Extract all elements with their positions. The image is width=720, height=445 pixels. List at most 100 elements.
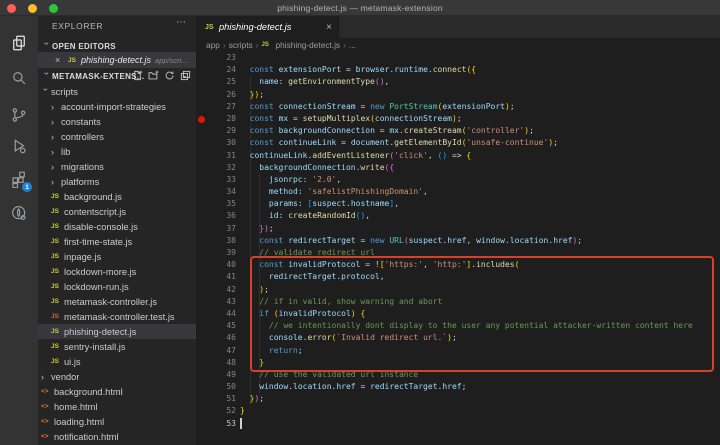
text-cursor — [240, 418, 242, 429]
tree-item-metamask-controller.js[interactable]: JSmetamask-controller.js — [38, 294, 196, 309]
line-number[interactable]: 41 — [196, 271, 240, 283]
file-label: metamask-controller.js — [64, 297, 157, 307]
project-section-header[interactable]: › METAMASK-EXTENS... — [38, 68, 196, 84]
tree-item-disable-console.js[interactable]: JSdisable-console.js — [38, 219, 196, 234]
line-number[interactable]: 50 — [196, 381, 240, 393]
tree-item-home.html[interactable]: <>home.html — [38, 399, 196, 414]
close-tab-icon[interactable]: × — [326, 22, 332, 33]
line-number[interactable]: 28 — [196, 113, 240, 125]
line-number[interactable]: 52 — [196, 405, 240, 417]
line-number[interactable]: 36 — [196, 210, 240, 222]
extensions-icon[interactable]: 1 — [10, 170, 28, 188]
tree-item-notification.html[interactable]: <>notification.html — [38, 429, 196, 444]
close-editor-icon[interactable]: × — [55, 55, 68, 65]
line-number[interactable]: 46 — [196, 332, 240, 344]
html-file-icon: <> — [41, 388, 54, 395]
tree-item-contentscript.js[interactable]: JScontentscript.js — [38, 204, 196, 219]
line-number[interactable]: 39 — [196, 247, 240, 259]
plugin-icon[interactable] — [10, 204, 28, 222]
line-number[interactable]: 27 — [196, 101, 240, 113]
tab-bar: JS phishing-detect.js × — [196, 16, 720, 38]
line-number[interactable]: 33 — [196, 174, 240, 186]
zoom-window-button[interactable] — [49, 4, 58, 13]
breadcrumb-separator: › — [256, 40, 259, 50]
line-number[interactable]: 44 — [196, 308, 240, 320]
line-number[interactable]: 31 — [196, 150, 240, 162]
code-line: const connectionStream = new PortStream(… — [240, 101, 720, 113]
breadcrumb-item[interactable]: phishing-detect.js — [276, 40, 341, 50]
line-number[interactable]: 37 — [196, 223, 240, 235]
line-number[interactable]: 40 — [196, 259, 240, 271]
more-actions-icon[interactable]: ⋯ — [176, 17, 186, 28]
line-number[interactable]: 45 — [196, 320, 240, 332]
chevron-down-icon: › — [42, 72, 52, 82]
new-folder-icon[interactable] — [148, 70, 159, 81]
tree-item-lockdown-more.js[interactable]: JSlockdown-more.js — [38, 264, 196, 279]
new-file-icon[interactable] — [132, 70, 143, 81]
line-number[interactable]: 26 — [196, 89, 240, 101]
code-line — [240, 52, 720, 64]
file-label: metamask-controller.test.js — [64, 312, 175, 322]
tree-item-lib[interactable]: ›lib — [38, 144, 196, 159]
line-number[interactable]: 25 — [196, 76, 240, 88]
tree-item-loading.html[interactable]: <>loading.html — [38, 414, 196, 429]
line-number[interactable]: 24 — [196, 64, 240, 76]
open-editor-item[interactable]: × JS phishing-detect.js app/scri... — [38, 52, 196, 68]
line-number[interactable]: 38 — [196, 235, 240, 247]
code-line: const redirectTarget = new URL(suspect.h… — [240, 235, 720, 247]
file-label: vendor — [51, 372, 79, 382]
tree-item-controllers[interactable]: ›controllers — [38, 129, 196, 144]
tree-item-account-import-strategies[interactable]: ›account-import-strategies — [38, 99, 196, 114]
tab-phishing-detect[interactable]: JS phishing-detect.js × — [196, 16, 340, 38]
run-debug-icon[interactable] — [10, 137, 28, 155]
line-number[interactable]: 42 — [196, 284, 240, 296]
tree-item-phishing-detect.js[interactable]: JSphishing-detect.js — [38, 324, 196, 339]
line-number[interactable]: 51 — [196, 393, 240, 405]
line-number[interactable]: 32 — [196, 162, 240, 174]
line-number[interactable]: 35 — [196, 198, 240, 210]
code-line: // use the validated url instance — [240, 369, 720, 381]
file-label: background.js — [64, 192, 122, 202]
tree-item-first-time-state.js[interactable]: JSfirst-time-state.js — [38, 234, 196, 249]
line-number[interactable]: 30 — [196, 137, 240, 149]
explorer-icon[interactable] — [10, 34, 28, 52]
js-file-icon: JS — [51, 298, 64, 305]
file-label: sentry-install.js — [64, 342, 125, 352]
tree-item-metamask-controller.test.js[interactable]: JSmetamask-controller.test.js — [38, 309, 196, 324]
breadcrumb-item[interactable]: scripts — [229, 40, 253, 50]
line-number[interactable]: 29 — [196, 125, 240, 137]
collapse-all-icon[interactable] — [180, 70, 191, 81]
tree-item-vendor[interactable]: ›vendor — [38, 369, 196, 384]
file-label: inpage.js — [64, 252, 101, 262]
source-control-icon[interactable] — [10, 106, 28, 124]
tree-item-scripts[interactable]: ›scripts — [38, 84, 196, 99]
code-line: }); — [240, 223, 720, 235]
close-window-button[interactable] — [7, 4, 16, 13]
breakpoint-icon[interactable] — [198, 116, 205, 123]
line-number[interactable]: 53 — [196, 418, 240, 430]
line-number[interactable]: 47 — [196, 345, 240, 357]
line-number[interactable]: 43 — [196, 296, 240, 308]
line-number[interactable]: 48 — [196, 357, 240, 369]
file-label: lockdown-run.js — [64, 282, 129, 292]
tree-item-inpage.js[interactable]: JSinpage.js — [38, 249, 196, 264]
tree-item-background.html[interactable]: <>background.html — [38, 384, 196, 399]
tree-item-sentry-install.js[interactable]: JSsentry-install.js — [38, 339, 196, 354]
line-number[interactable]: 23 — [196, 52, 240, 64]
code-line: const invalidProtocol = !['https:', 'htt… — [240, 259, 720, 271]
line-number[interactable]: 49 — [196, 369, 240, 381]
tree-item-platforms[interactable]: ›platforms — [38, 174, 196, 189]
refresh-icon[interactable] — [164, 70, 175, 81]
tree-item-lockdown-run.js[interactable]: JSlockdown-run.js — [38, 279, 196, 294]
tree-item-migrations[interactable]: ›migrations — [38, 159, 196, 174]
breadcrumb-item[interactable]: app — [206, 40, 220, 50]
file-label: first-time-state.js — [64, 237, 132, 247]
line-number[interactable]: 34 — [196, 186, 240, 198]
code-area[interactable]: 2324252627282930313233343536373839404142… — [196, 52, 720, 445]
tree-item-background.js[interactable]: JSbackground.js — [38, 189, 196, 204]
search-icon[interactable] — [10, 69, 28, 87]
breadcrumb-item[interactable]: ... — [349, 40, 356, 50]
tree-item-constants[interactable]: ›constants — [38, 114, 196, 129]
minimize-window-button[interactable] — [28, 4, 37, 13]
tree-item-ui.js[interactable]: JSui.js — [38, 354, 196, 369]
